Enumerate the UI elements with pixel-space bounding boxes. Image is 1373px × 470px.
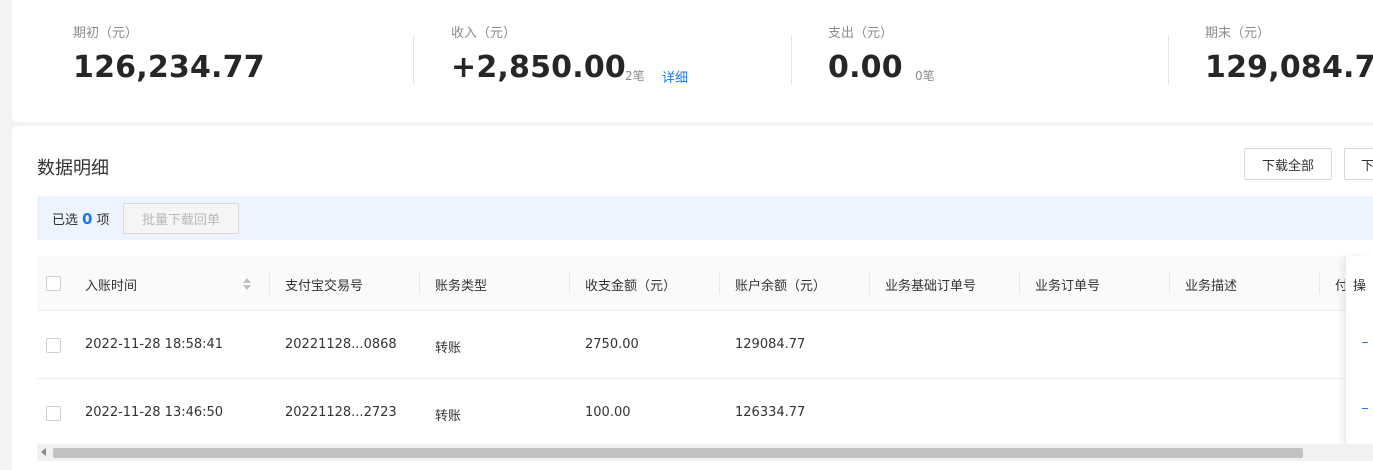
closing-balance-label: 期末（元）	[1205, 26, 1271, 41]
column-header-amount: 收支金额（元）	[585, 279, 677, 294]
table-row: 2022-11-28 13:46:50 20221128...2723 转账 1…	[37, 379, 1373, 446]
scroll-left-arrow-icon[interactable]	[41, 448, 46, 456]
cell-type: 转账	[435, 409, 462, 424]
cell-trade-no: 20221128...0868	[285, 337, 397, 352]
row-action-link[interactable]	[1362, 408, 1368, 409]
cell-type: 转账	[435, 341, 462, 356]
scrollbar-thumb[interactable]	[53, 448, 1303, 458]
column-separator	[1019, 272, 1020, 294]
income-count: 2笔	[625, 69, 645, 83]
stat-divider	[791, 35, 792, 85]
column-separator	[569, 272, 570, 294]
cell-balance: 129084.77	[735, 337, 806, 352]
row-checkbox[interactable]	[46, 338, 61, 353]
download-button[interactable]: 下	[1344, 148, 1373, 180]
selection-bar: 已选 0 项 批量下载回单	[37, 196, 1373, 240]
table-row: 2022-11-28 18:58:41 20221128...0868 转账 2…	[37, 312, 1373, 379]
cell-amount: 100.00	[585, 405, 631, 420]
selection-suffix: 项	[96, 213, 110, 228]
column-header-time[interactable]: 入账时间	[85, 275, 137, 294]
income-value: +2,850.00	[451, 50, 626, 85]
cell-amount: 2750.00	[585, 337, 639, 352]
income-detail-link[interactable]: 详细	[662, 67, 688, 86]
cell-time: 2022-11-28 18:58:41	[85, 337, 224, 352]
expense-label: 支出（元）	[828, 26, 894, 41]
column-header-base-order-no: 业务基础订单号	[885, 279, 977, 294]
column-header-balance: 账户余额（元）	[735, 279, 827, 294]
stat-divider	[1168, 35, 1169, 85]
expense-value: 0.00	[828, 50, 903, 85]
opening-balance-value: 126,234.77	[73, 50, 265, 85]
closing-balance-value: 129,084.77	[1205, 50, 1373, 85]
column-header-order-no: 业务订单号	[1035, 279, 1101, 294]
column-separator	[719, 272, 720, 294]
selection-prefix: 已选	[52, 213, 79, 228]
column-header-description: 业务描述	[1185, 279, 1238, 294]
batch-download-receipts-button[interactable]: 批量下载回单	[123, 203, 239, 234]
section-title: 数据明细	[37, 158, 109, 179]
detail-card: 数据明细 下载全部 下 已选 0 项 批量下载回单 入账时间 支付宝交易号 账务类型…	[12, 126, 1373, 470]
cell-balance: 126334.77	[735, 405, 806, 420]
column-header-type: 账务类型	[435, 279, 488, 294]
expense-count: 0笔	[915, 69, 935, 83]
row-action-link[interactable]	[1362, 342, 1368, 343]
column-separator	[1319, 272, 1320, 294]
cell-time: 2022-11-28 13:46:50	[85, 405, 224, 420]
summary-card: 期初（元） 126,234.77 收入（元） +2,850.00 2笔 详细 支…	[12, 0, 1373, 122]
row-checkbox[interactable]	[46, 406, 61, 421]
column-separator	[1169, 272, 1170, 294]
horizontal-scrollbar[interactable]	[37, 444, 1373, 461]
actions-column: 操	[1345, 256, 1373, 446]
select-all-checkbox[interactable]	[46, 276, 61, 291]
table-header: 入账时间 支付宝交易号 账务类型 收支金额（元） 账户余额（元） 业务基础订单号…	[37, 256, 1373, 311]
column-separator	[419, 272, 420, 294]
income-label: 收入（元）	[451, 26, 517, 41]
cell-trade-no: 20221128...2723	[285, 405, 397, 420]
sort-icon[interactable]	[242, 276, 252, 292]
column-header-trade-no: 支付宝交易号	[285, 279, 364, 294]
column-separator	[869, 272, 870, 294]
column-separator	[269, 272, 270, 294]
column-header-actions: 操	[1353, 279, 1367, 294]
stat-divider	[413, 35, 414, 85]
opening-balance-label: 期初（元）	[73, 26, 139, 41]
selection-count: 0	[82, 210, 93, 228]
selection-summary: 已选 0 项	[52, 209, 109, 228]
download-all-button[interactable]: 下载全部	[1244, 148, 1332, 180]
